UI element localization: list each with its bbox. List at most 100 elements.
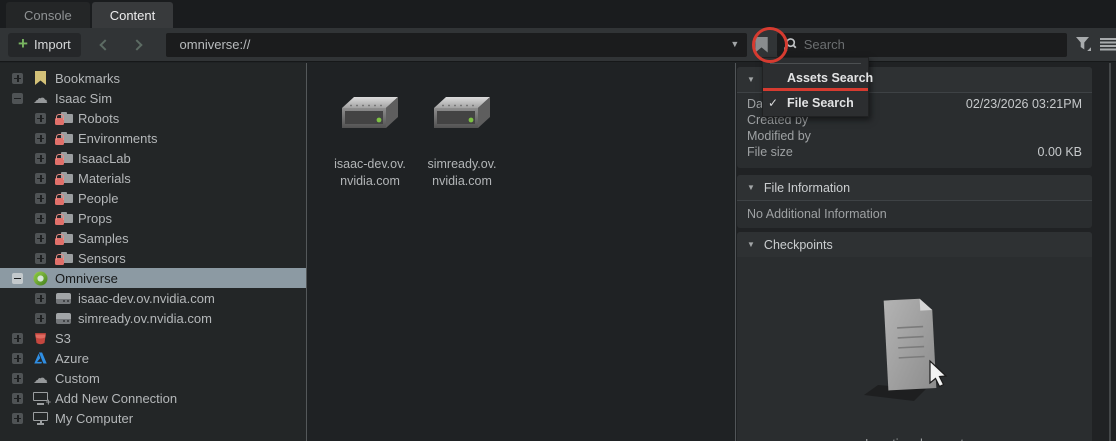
list-options-icon[interactable] [1099,38,1116,51]
annotation-underline [763,88,868,91]
tree-item-label: Azure [55,350,89,366]
panel-scrollbar[interactable] [1109,63,1111,441]
tree-item-label: Add New Connection [55,390,178,406]
locked-folder-icon [54,251,73,265]
tree-item-label: Robots [78,110,120,126]
file-information-body: No Additional Information [747,207,887,221]
locked-folder-icon [54,191,73,205]
expand-toggle[interactable] [35,152,46,164]
locked-folder-icon [54,131,73,145]
expand-toggle[interactable] [35,192,46,204]
import-button[interactable]: + Import [8,32,81,57]
azure-logo-icon [31,352,50,364]
section-collapse-icon[interactable]: ▼ [747,240,755,249]
section-collapse-icon[interactable]: ▼ [747,183,755,192]
bookmark-icon [35,71,46,85]
tree-item-isaac-dev-server[interactable]: isaac-dev.ov.nvidia.com [0,288,306,308]
tree-item-isaaclab[interactable]: IsaacLab [0,148,306,168]
expand-toggle[interactable] [35,232,46,244]
tree-item-label: S3 [55,330,71,346]
tree-item-samples[interactable]: Samples [0,228,306,248]
tree-item-robots[interactable]: Robots [0,108,306,128]
expand-toggle[interactable] [35,312,46,324]
server-icon [56,312,71,324]
file-information-header[interactable]: ▼ File Information [737,175,1092,200]
tree-item-custom[interactable]: ☁ Custom [0,368,306,388]
expand-toggle[interactable] [35,172,46,184]
document-icon [863,298,947,401]
detail-label: File size [747,145,793,159]
tree-item-label: My Computer [55,410,134,426]
expand-toggle[interactable] [35,132,46,144]
plus-icon: + [18,34,28,53]
tree-item-label: Custom [55,370,100,386]
tree-item-omniverse[interactable]: Omniverse [0,268,306,288]
grid-item-label-line: nvidia.com [432,174,492,188]
tree-item-label: People [78,190,119,206]
tree-item-azure[interactable]: Azure [0,348,306,368]
tree-item-label: Bookmarks [55,70,121,86]
tree-item-label: Materials [78,170,131,186]
locked-folder-icon [54,211,73,225]
search-input[interactable] [803,37,1059,52]
expand-toggle[interactable] [12,72,23,84]
content-toolbar: + Import ▼ [0,28,1116,62]
section-collapse-icon[interactable]: ▼ [747,75,755,84]
expand-toggle[interactable] [35,112,46,124]
back-button[interactable] [89,38,121,51]
tree-item-label: simready.ov.nvidia.com [78,310,212,326]
expand-toggle[interactable] [35,292,46,304]
menu-separator [770,63,861,64]
expand-toggle[interactable] [12,392,23,404]
locked-folder-icon [54,151,73,165]
menu-item-assets-search[interactable]: Assets Search [763,68,873,87]
menu-item-file-search[interactable]: ✓ File Search [763,93,868,112]
menu-item-label: Assets Search [787,70,874,85]
section-title: Checkpoints [763,237,833,252]
s3-bucket-icon [31,332,50,345]
locked-folder-icon [54,171,73,185]
detail-value: 0.00 KB [1037,145,1082,159]
tab-content[interactable]: Content [91,2,174,28]
tree-item-environments[interactable]: Environments [0,128,306,148]
expand-toggle[interactable] [12,332,23,344]
tree-item-props[interactable]: Props [0,208,306,228]
expand-toggle[interactable] [35,252,46,264]
tree-item-label: isaac-dev.ov.nvidia.com [78,290,215,306]
tree-item-isaac-sim[interactable]: ☁ Isaac Sim [0,88,306,108]
tree-item-label: Sensors [78,250,126,266]
tree-item-s3[interactable]: S3 [0,328,306,348]
locked-folder-icon [54,111,73,125]
collapse-toggle[interactable] [12,272,23,284]
grid-item-simready[interactable]: simready.ov. nvidia.com [414,96,510,190]
expand-toggle[interactable] [12,352,23,364]
forward-button[interactable] [121,38,153,51]
path-input[interactable] [179,37,731,52]
collapse-toggle[interactable] [12,92,23,104]
tree-item-label: Props [78,210,112,226]
tree-item-simready-server[interactable]: simready.ov.nvidia.com [0,308,306,328]
search-field[interactable] [776,32,1067,57]
expand-toggle[interactable] [12,412,23,424]
content-grid: isaac-dev.ov. nvidia.com simready.ov. nv… [308,63,736,441]
expand-toggle[interactable] [12,372,23,384]
tree-item-people[interactable]: People [0,188,306,208]
grid-item-isaac-dev[interactable]: isaac-dev.ov. nvidia.com [322,96,418,190]
cloud-icon: ☁ [33,369,48,387]
path-dropdown-icon[interactable]: ▼ [730,40,739,49]
omniverse-logo-icon [31,271,50,286]
expand-toggle[interactable] [35,212,46,224]
tree-item-my-computer[interactable]: My Computer [0,408,306,428]
checkpoints-empty-state: Location does not support Checkpoints. [737,257,1092,441]
path-field[interactable]: ▼ [165,32,748,57]
tree-item-materials[interactable]: Materials [0,168,306,188]
tree-item-add-new-connection[interactable]: + Add New Connection [0,388,306,408]
tree-item-label: Environments [78,130,158,146]
filter-icon[interactable] [1075,37,1092,52]
tree-item-label: Omniverse [55,270,118,286]
tab-console[interactable]: Console [6,2,90,28]
grid-item-label-line: simready.ov. [427,157,497,171]
tree-item-bookmarks[interactable]: Bookmarks [0,68,306,88]
tree-item-sensors[interactable]: Sensors [0,248,306,268]
checkpoints-header[interactable]: ▼ Checkpoints [737,232,1092,257]
